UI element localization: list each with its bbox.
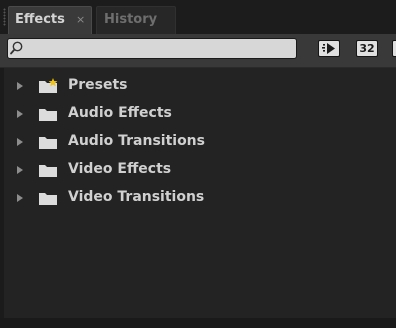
search-input[interactable] [26, 39, 292, 58]
effects-toolbar: 32 [0, 34, 396, 68]
search-icon [10, 41, 23, 55]
accelerated-effects-icon [322, 43, 335, 54]
tree-item-audio-transitions[interactable]: Audio Transitions [0, 128, 396, 156]
expand-arrow-icon[interactable] [17, 110, 23, 118]
folder-icon [39, 137, 57, 149]
tree-item-label: Video Effects [68, 161, 172, 177]
tree-item-audio-effects[interactable]: Audio Effects [0, 100, 396, 128]
folder-icon [39, 193, 57, 205]
folder-icon [39, 165, 57, 177]
panel-tab-bar: Effects × History [0, 0, 396, 34]
tab-close-icon[interactable]: × [76, 7, 85, 33]
expand-arrow-icon[interactable] [17, 138, 23, 146]
search-field[interactable] [7, 38, 297, 59]
folder-icon [39, 109, 57, 121]
star-folder-icon [39, 78, 58, 93]
tree-item-label: Video Transitions [68, 189, 205, 205]
tree-item-video-effects[interactable]: Video Effects [0, 156, 396, 184]
panel-border [0, 318, 396, 328]
expand-arrow-icon[interactable] [17, 82, 23, 90]
tree-item-video-transitions[interactable]: Video Transitions [0, 184, 396, 212]
tree-item-label: Presets [68, 77, 128, 93]
accelerated-effects-button[interactable] [318, 40, 340, 57]
tab-history[interactable]: History [96, 6, 176, 34]
tab-effects-label: Effects [15, 12, 65, 27]
32-bit-effects-button[interactable]: 32 [356, 40, 378, 57]
yuv-effects-button[interactable] [392, 40, 396, 57]
panel-grip-handle[interactable] [3, 8, 6, 26]
tab-history-label: History [104, 12, 158, 27]
tree-item-presets[interactable]: Presets [0, 72, 396, 100]
tree-item-label: Audio Transitions [68, 133, 205, 149]
tree-item-label: Audio Effects [68, 105, 172, 121]
effects-tree: Presets Audio Effects Audio Transitions … [0, 72, 396, 328]
effects-panel: Effects × History 32 Presets Audio Effec… [0, 0, 396, 328]
tab-effects[interactable]: Effects × [8, 6, 92, 34]
expand-arrow-icon[interactable] [17, 166, 23, 174]
expand-arrow-icon[interactable] [17, 194, 23, 202]
bit-depth-label: 32 [359, 42, 375, 55]
